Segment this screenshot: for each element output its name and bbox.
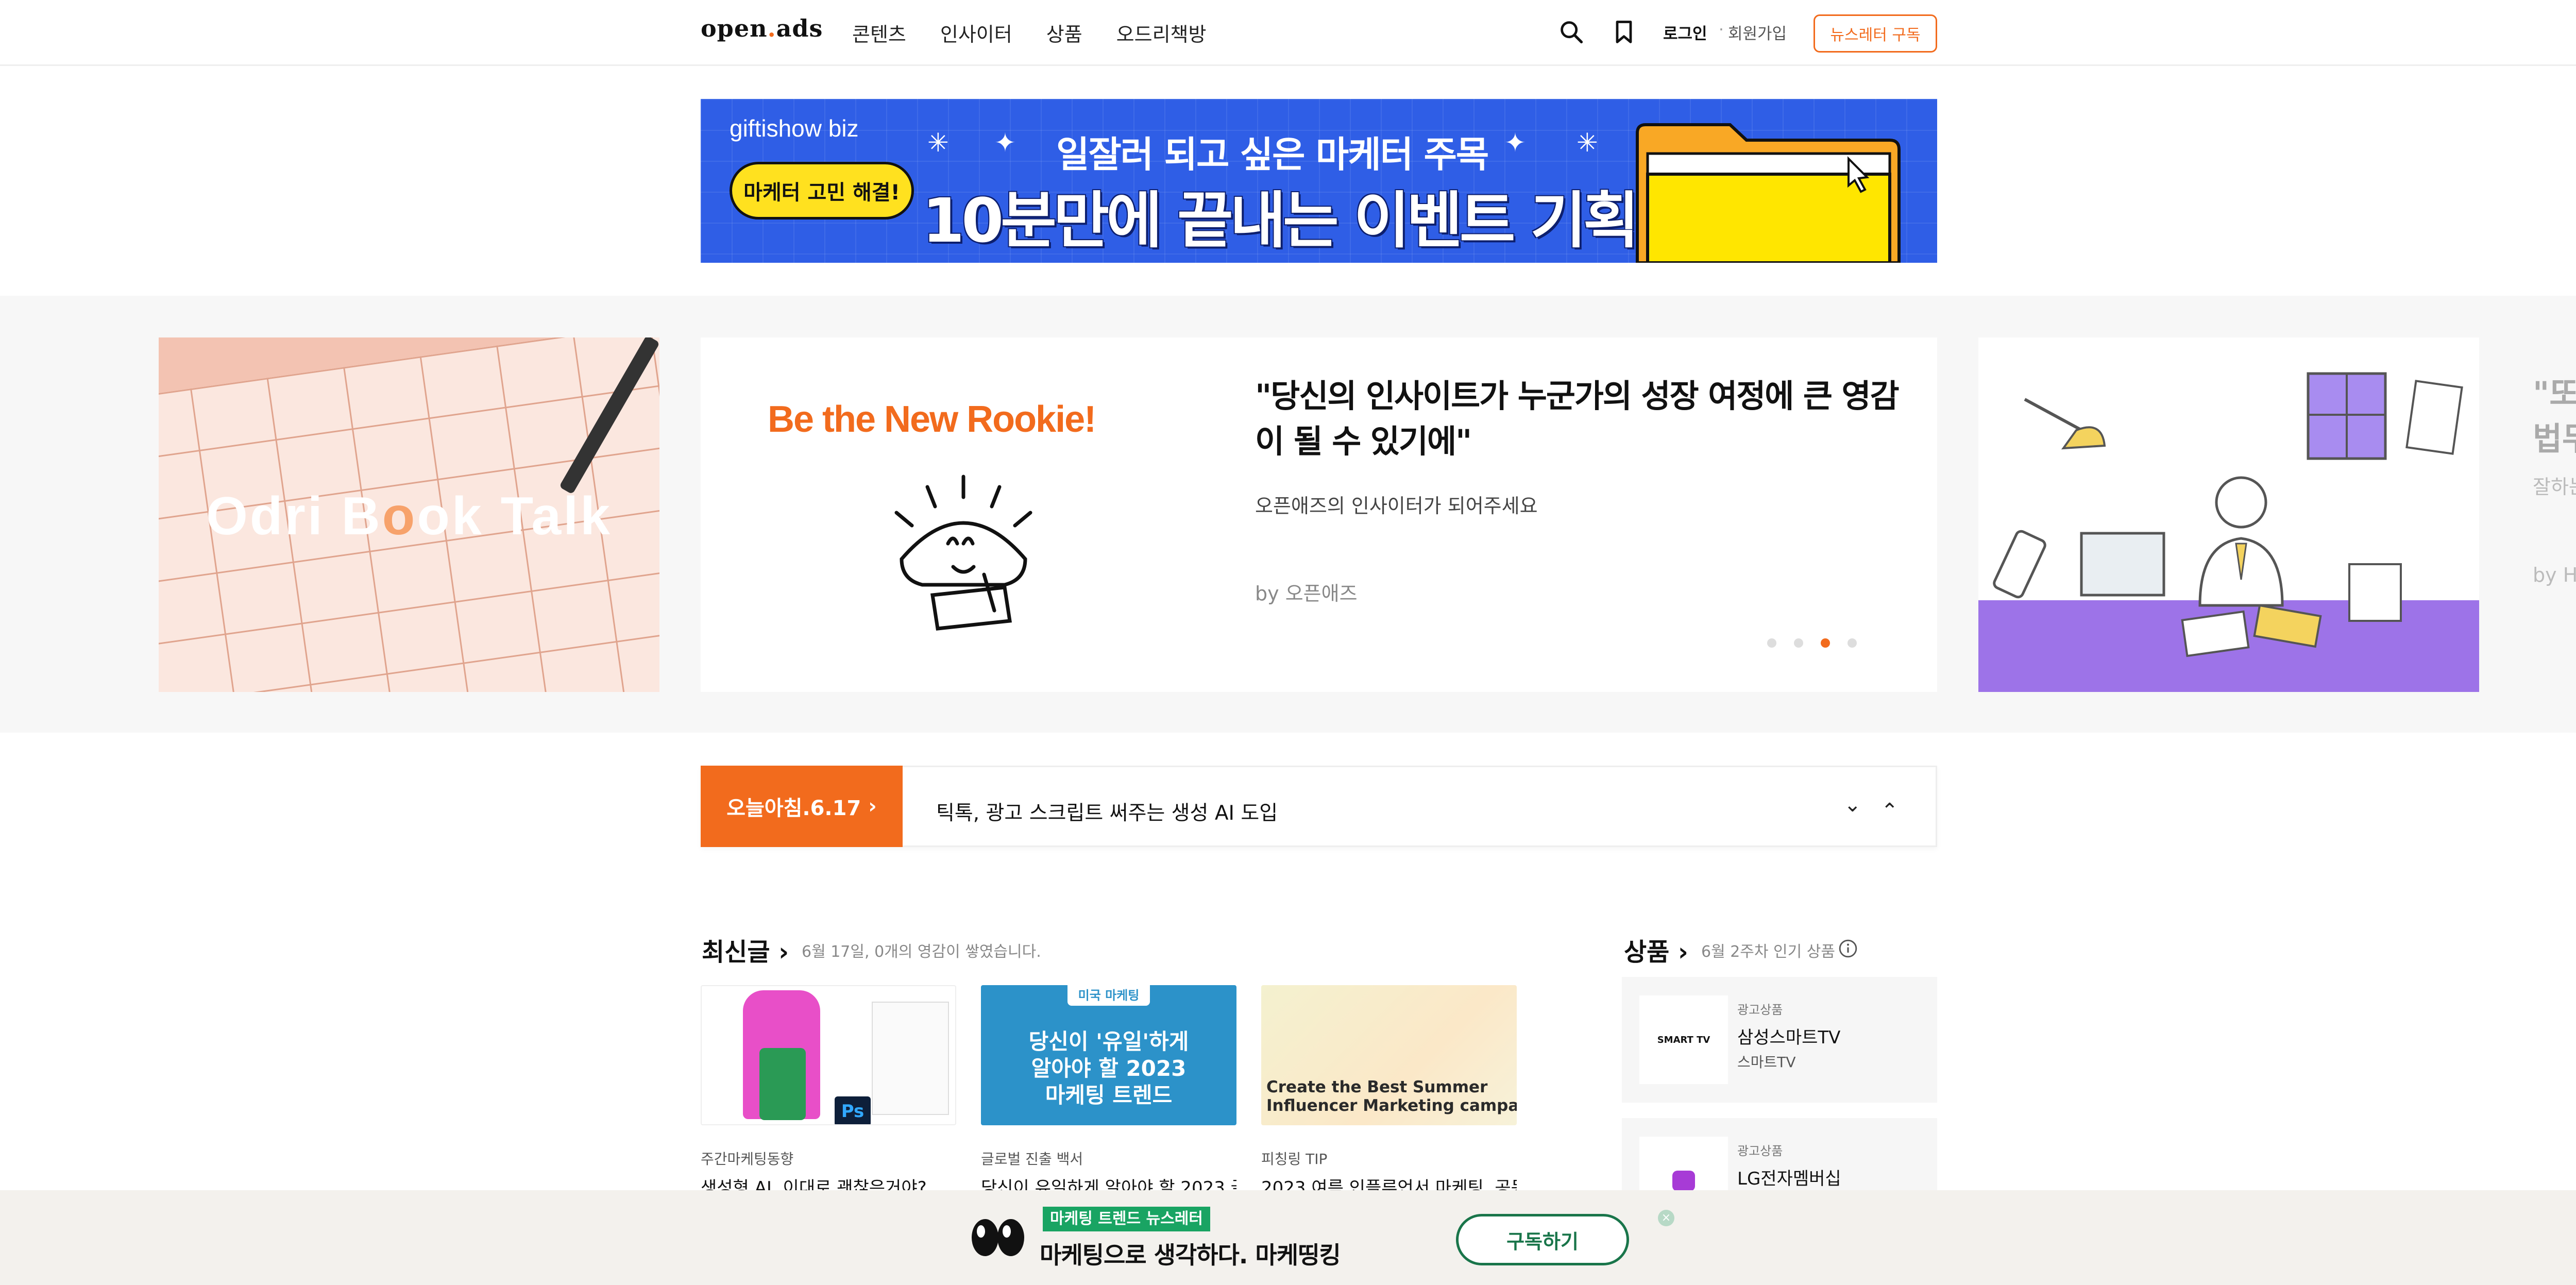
banner-headline: 일잘러 되고 싶은 마케터 주목 <box>1056 133 1489 176</box>
slide-title-part: ok Talk <box>417 486 612 546</box>
product-name: LG전자멤버십 <box>1737 1169 1841 1189</box>
article-thumbnail[interactable]: Ps <box>701 985 956 1125</box>
products-section-subtitle: 6월 2주차 인기 상품 <box>1701 943 1835 961</box>
chevron-right-icon: › <box>778 938 789 967</box>
site-header: open.ads 콘텐츠 인사이터 상품 오드리책방 로그인 · 회원가입 뉴스… <box>0 0 2576 66</box>
slide-quote: "당신의 인사이트가 누군가의 성장 여정에 큰 영감이 될 수 있기에" <box>1255 377 1900 460</box>
slide-title: Odri Book Talk <box>159 486 659 547</box>
article-category: 피칭링 TIP <box>1261 1151 1328 1168</box>
carousel-slide-active[interactable]: Be the New Rookie! "당신의 인사이트가 누군가의 성장 여정… <box>701 337 1937 692</box>
product-thumbnail: SMART TV <box>1639 995 1728 1084</box>
folder-illustration <box>1636 123 1901 263</box>
thumbnail-text: Create the Best Summer Influencer Market… <box>1266 1078 1517 1115</box>
today-morning-tag[interactable]: 오늘아침.6.17 › <box>701 766 903 847</box>
banner-bubble: 마케터 고민 해결! <box>730 162 914 219</box>
nav-item-insighter[interactable]: 인사이터 <box>940 19 1012 47</box>
lg-membership-logo <box>1672 1171 1695 1191</box>
eyes-icon <box>972 1219 1024 1256</box>
sparkle-icon: ✦ <box>994 128 1016 158</box>
banner-brand: giftishow biz <box>730 115 859 142</box>
chevron-down-icon[interactable]: ⌄ <box>1844 793 1861 817</box>
main-nav: 콘텐츠 인사이터 상품 오드리책방 <box>852 19 1206 47</box>
mascot-illustration <box>894 475 1032 631</box>
article-thumbnail[interactable]: 미국 마케팅 당신이 '유일'하게 알아야 할 2023 마케팅 트렌드 <box>981 985 1236 1125</box>
product-category: 광고상품 <box>1737 1003 1783 1017</box>
today-headline[interactable]: 틱톡, 광고 스크립트 써주는 생성 AI 도입 <box>936 797 1278 826</box>
nav-item-odri-bookstore[interactable]: 오드리책방 <box>1116 19 1207 47</box>
product-category: 광고상품 <box>1737 1144 1783 1158</box>
carousel-slide-odri-book-talk[interactable]: Odri Book Talk <box>159 337 659 692</box>
thumbnail-text: 당신이 '유일'하게 알아야 할 2023 마케팅 트렌드 <box>1028 1029 1189 1108</box>
ad-banner[interactable]: giftishow biz ✳ ✦ ✦ ✳ 일잘러 되고 싶은 마케터 주목 마… <box>701 99 1937 263</box>
chevron-up-icon[interactable]: ⌃ <box>1881 799 1899 823</box>
newsletter-subscribe-cta[interactable]: 구독하기 <box>1456 1214 1629 1265</box>
sparkle-icon: ✳ <box>927 128 949 158</box>
carousel-dot[interactable] <box>1767 638 1776 648</box>
header-separator: · <box>1719 21 1724 39</box>
sparkle-icon: ✳ <box>1577 128 1598 158</box>
bookmark-icon[interactable] <box>1611 19 1637 45</box>
info-icon[interactable] <box>1838 939 1858 958</box>
product-card[interactable]: SMART TV 광고상품 삼성스마트TV 스마트TV <box>1622 977 1937 1103</box>
logo-text-tail: ads <box>776 14 823 42</box>
article-category: 글로벌 진출 백서 <box>981 1151 1083 1168</box>
slide-image-text: Be the New Rookie! <box>768 399 1096 440</box>
nav-item-contents[interactable]: 콘텐츠 <box>852 19 906 47</box>
banner-main-text: 10분만에 끝내는 이벤트 기획 <box>922 185 1639 256</box>
site-logo[interactable]: open.ads <box>701 14 823 42</box>
carousel-dot[interactable] <box>1794 638 1803 648</box>
latest-section-title[interactable]: 최신글 › <box>702 932 789 968</box>
slide-title-part: Odri B <box>206 486 382 546</box>
latest-section-subtitle: 6월 17일, 0개의 영감이 쌓였습니다. <box>802 943 1041 961</box>
logo-dot: . <box>767 14 776 42</box>
chevron-right-icon: › <box>1678 938 1688 967</box>
today-morning-ticker: 오늘아침.6.17 › 틱톡, 광고 스크립트 써주는 생성 AI 도입 ⌄ ⌃ <box>701 766 1937 847</box>
chevron-right-icon: › <box>868 794 877 818</box>
nav-item-products[interactable]: 상품 <box>1046 19 1082 47</box>
newsletter-tag: 마케팅 트렌드 뉴스레터 <box>1043 1207 1210 1231</box>
article-category: 주간마케팅동향 <box>701 1151 794 1168</box>
products-title-text: 상품 <box>1624 938 1670 967</box>
person-image <box>759 1048 806 1120</box>
carousel-pagination <box>1767 638 1857 648</box>
newsletter-bar: 마케팅 트렌드 뉴스레터 마케팅으로 생각하다. 마케띵킹 구독하기 × <box>0 1190 2576 1285</box>
products-section-title[interactable]: 상품 › <box>1624 932 1688 968</box>
editor-panel-image <box>872 1002 949 1115</box>
latest-title-text: 최신글 <box>702 938 770 967</box>
today-tag-label: 오늘아침.6.17 <box>726 797 861 820</box>
slide-byline: by 오픈애즈 <box>1255 582 1358 605</box>
carousel-dot[interactable] <box>1848 638 1857 648</box>
thumbnail-tag: 미국 마케팅 <box>1067 985 1150 1006</box>
newsletter-subscribe-button[interactable]: 뉴스레터 구독 <box>1814 14 1937 53</box>
carousel-slide-peek[interactable]: "또 야근 법무팀 일 잘하는 사람이 by HSG 휴먼 <box>2533 371 2576 587</box>
office-illustration <box>1978 372 2479 692</box>
peek-byline: by HSG 휴먼 <box>2533 564 2576 586</box>
peek-quote: "또 야근 법무팀 일 <box>2533 375 2576 458</box>
signup-link[interactable]: 회원가입 <box>1728 21 1787 44</box>
newsletter-slogan: 마케팅으로 생각하다. 마케띵킹 <box>1040 1241 1341 1269</box>
slide-subtitle: 오픈애즈의 인사이터가 되어주세요 <box>1255 495 1538 517</box>
login-link[interactable]: 로그인 <box>1663 21 1707 44</box>
product-description: 스마트TV <box>1737 1054 1796 1071</box>
article-thumbnail[interactable]: Create the Best Summer Influencer Market… <box>1261 985 1517 1125</box>
carousel-dot-active[interactable] <box>1821 638 1830 648</box>
slide-title-o: o <box>382 486 417 546</box>
photoshop-icon: Ps <box>835 1096 871 1124</box>
peek-subtitle: 잘하는 사람이 <box>2533 476 2576 498</box>
logo-text: open <box>701 14 768 42</box>
carousel-slide-next[interactable] <box>1978 337 2479 692</box>
product-name: 삼성스마트TV <box>1737 1027 1841 1048</box>
search-icon[interactable] <box>1558 19 1585 45</box>
sparkle-icon: ✦ <box>1504 128 1526 158</box>
close-icon[interactable]: × <box>1658 1210 1674 1226</box>
